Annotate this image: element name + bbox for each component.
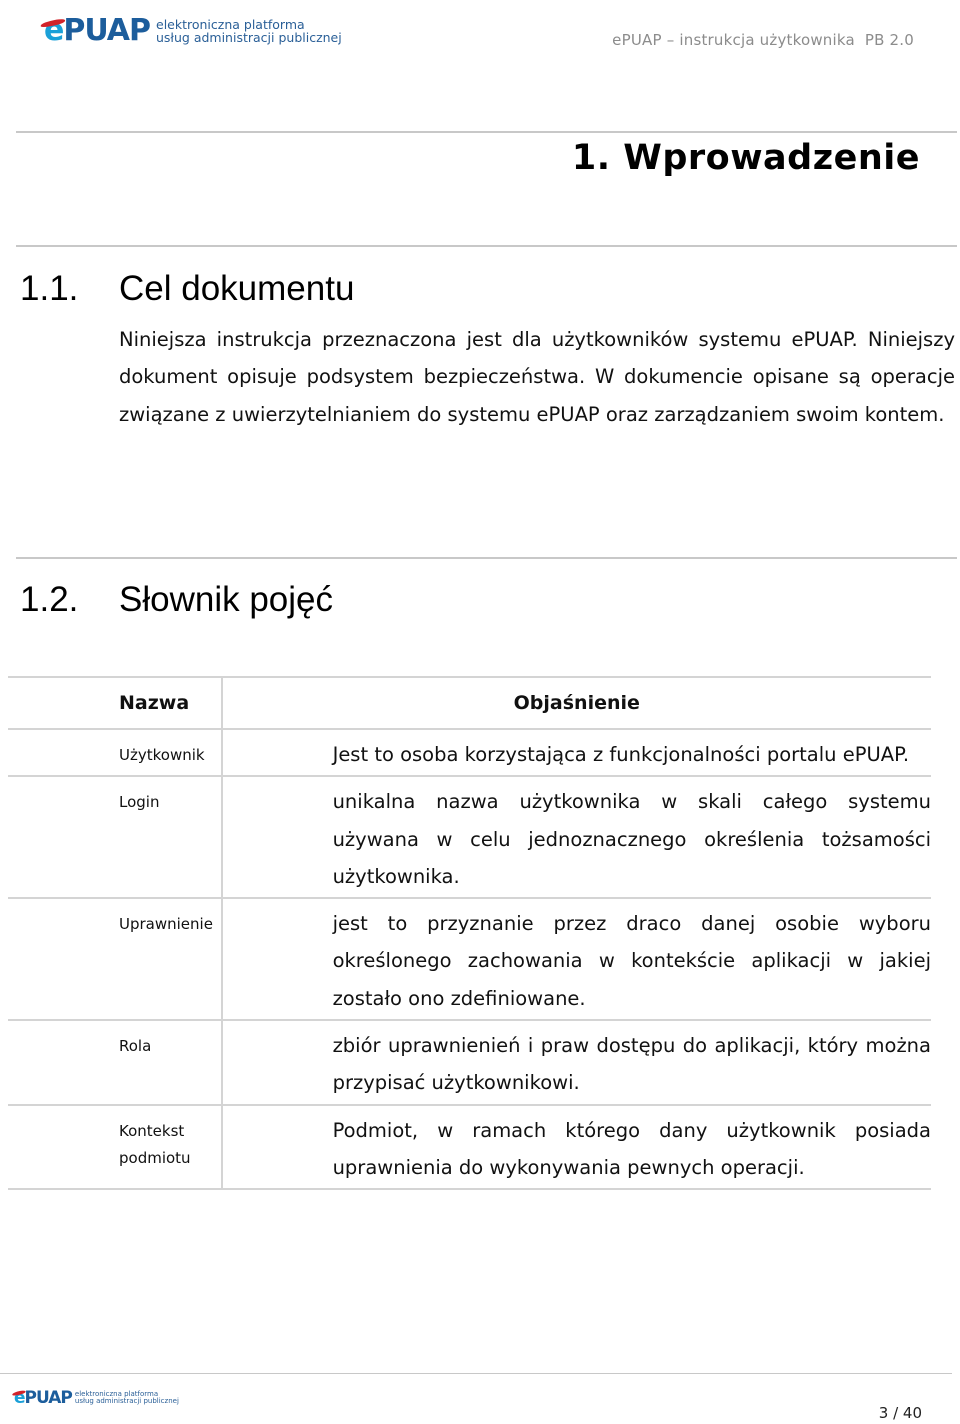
section-number: 1.1.	[20, 269, 79, 308]
glossary-definition: zbiór uprawnienień i praw dostępu do apl…	[332, 1034, 931, 1095]
document-title: ePUAP – instrukcja użytkownika PB 2.0	[612, 31, 914, 49]
column-header-objasnienie: Objaśnienie	[513, 692, 640, 714]
glossary-definition: unikalna nazwa użytkownika w skali całeg…	[332, 790, 931, 888]
logo-tagline: elektroniczna platforma usług administra…	[156, 18, 342, 44]
glossary-table: Nazwa Objaśnienie Użytkownik Jest to oso…	[8, 676, 931, 1190]
glossary-definition: jest to przyznanie przez draco danej oso…	[332, 912, 931, 1010]
column-header-nazwa: Nazwa	[8, 677, 223, 729]
footer-epuap-logo: ePUAP elektroniczna platforma usług admi…	[11, 1388, 179, 1408]
glossary-term: Kontekst podmiotu	[8, 1104, 223, 1190]
section-title: Słownik pojęć	[119, 580, 333, 619]
glossary-term: Użytkownik	[8, 729, 223, 777]
logo-tagline-line2: usług administracji publicznej	[74, 1397, 179, 1405]
chapter-bottom-rule	[16, 245, 957, 247]
glossary-definition: Podmiot, w ramach którego dany użytkowni…	[332, 1118, 931, 1179]
footer-rule	[0, 1373, 952, 1374]
section-number: 1.2.	[20, 580, 79, 619]
table-row: Uprawnienie jest to przyznanie przez dra…	[8, 898, 931, 1021]
page-number: 3 / 40	[878, 1404, 922, 1422]
chapter-title: 1. Wprowadzenie	[571, 138, 920, 178]
chapter-top-rule	[16, 131, 957, 133]
table-row: Kontekst podmiotu Podmiot, w ramach któr…	[8, 1104, 931, 1190]
logo-tagline-line2: usług administracji publicznej	[156, 30, 342, 45]
section-rule	[16, 557, 957, 559]
section-title: Cel dokumentu	[119, 269, 355, 308]
glossary-header-row: Nazwa Objaśnienie	[8, 677, 931, 729]
logo-tagline: elektroniczna platforma usług administra…	[74, 1390, 179, 1406]
logo-letters-puap: PUAP	[63, 13, 151, 48]
table-row: Login unikalna nazwa użytkownika w skali…	[8, 776, 931, 899]
epuap-logo-mark: ePUAP	[39, 13, 151, 48]
epuap-logo-mark: ePUAP	[11, 1388, 73, 1408]
table-row: Rola zbiór uprawnienień i praw dostępu d…	[8, 1020, 931, 1105]
glossary-term: Uprawnienie	[8, 898, 223, 1021]
table-row: Użytkownik Jest to osoba korzystająca z …	[8, 729, 931, 777]
epuap-logo: ePUAP elektroniczna platforma usług admi…	[39, 13, 342, 48]
section-heading-slownik-pojec: 1.2. Słownik pojęć	[20, 580, 333, 620]
section-paragraph: Niniejsza instrukcja przeznaczona jest d…	[119, 328, 955, 426]
glossary-term: Login	[8, 776, 223, 899]
section-heading-cel-dokumentu: 1.1. Cel dokumentu	[20, 269, 354, 309]
glossary-definition: Jest to osoba korzystająca z funkcjonaln…	[332, 743, 910, 766]
glossary-term: Rola	[8, 1020, 223, 1105]
logo-letters-puap: PUAP	[24, 1388, 73, 1408]
